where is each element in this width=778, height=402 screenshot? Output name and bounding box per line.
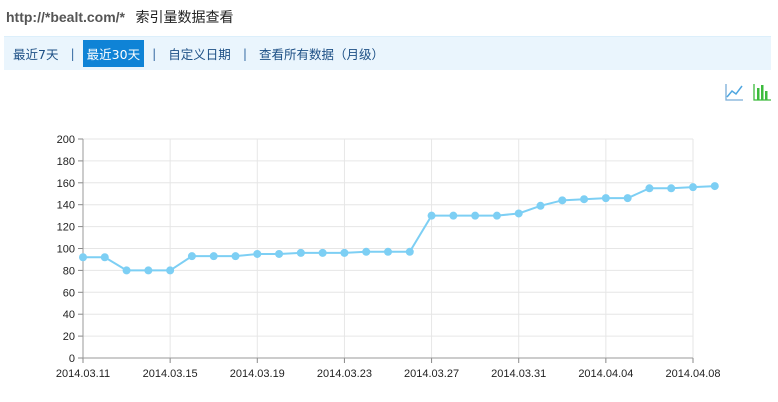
y-tick-label: 100 [57,244,75,256]
data-point [231,252,240,261]
data-point [492,211,501,220]
data-point [471,211,480,220]
data-point [122,266,131,275]
x-tick-label: 2014.04.04 [578,368,633,380]
data-point [536,201,545,210]
data-point [710,182,719,191]
y-tick-label: 0 [69,353,75,365]
data-point [340,248,349,257]
y-tick-label: 140 [57,200,75,212]
y-tick-label: 60 [63,287,75,299]
y-tick-label: 160 [57,178,75,190]
data-point [253,249,262,258]
data-point [166,266,175,275]
data-point [209,252,218,261]
y-tick-label: 20 [63,331,75,343]
x-tick-label: 2014.03.15 [143,368,198,380]
data-point [362,247,371,256]
x-tick-label: 2014.03.23 [317,368,372,380]
index-volume-chart: 020406080100120140160180200 2014.03.11 20… [56,134,721,380]
data-point [318,248,327,257]
x-tick-label: 2014.03.19 [230,368,285,380]
data-point [405,247,414,256]
data-point [144,266,153,275]
data-point [275,249,284,258]
data-point [580,195,589,204]
x-tick-label: 2014.03.11 [56,368,110,380]
y-axis-labels: 0 20 40 60 80 100 120 140 160 180 200 [57,134,75,365]
data-point [449,211,458,220]
data-point [558,196,567,205]
y-tick-label: 180 [57,156,75,168]
data-point [427,211,436,220]
y-tick-label: 120 [57,222,75,234]
data-point [187,252,196,261]
series-line [83,185,715,272]
y-tick-label: 80 [63,265,75,277]
data-point [667,184,676,193]
data-point [296,248,305,257]
data-point [514,209,523,218]
data-point [384,247,392,256]
x-tick-label: 2014.03.27 [404,368,459,380]
x-tick-label: 2014.03.31 [491,368,546,380]
y-tick-label: 40 [63,309,75,321]
series-index-volume [79,182,719,275]
data-point [623,194,632,203]
data-point [645,184,654,193]
data-point [79,253,87,262]
data-point [689,183,697,192]
x-tick-label: 2014.04.08 [665,368,720,380]
y-tick-label: 200 [57,134,75,146]
data-point [601,194,610,203]
x-axis-labels: 2014.03.11 2014.03.15 2014.03.19 2014.03.23… [56,368,721,380]
data-point [100,253,109,262]
